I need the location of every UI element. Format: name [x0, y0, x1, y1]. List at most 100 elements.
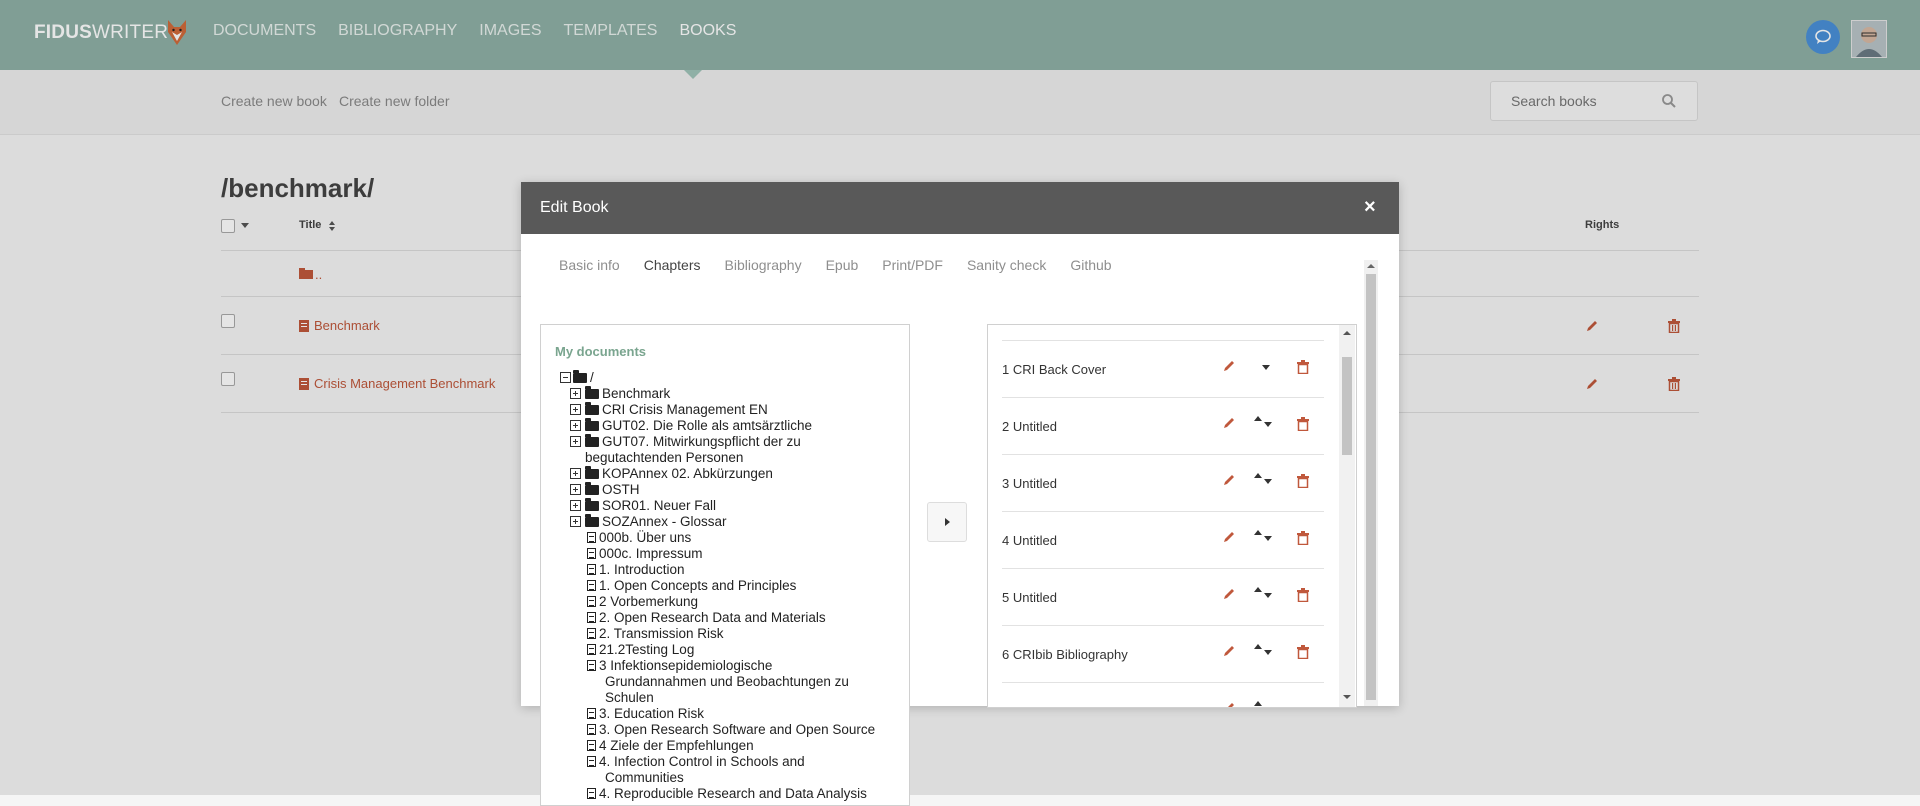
edit-chapter-pencil-icon[interactable]	[1222, 587, 1236, 601]
chapter-row: 6 CRIbib Bibliography	[1002, 625, 1324, 682]
tree-folder[interactable]: SOZAnnex - Glossar	[602, 514, 727, 530]
tree-document[interactable]: 2. Open Research Data and Materials	[599, 610, 826, 626]
tab-bibliography[interactable]: Bibliography	[725, 257, 802, 273]
tree-document[interactable]: 3. Open Research Software and Open Sourc…	[599, 722, 875, 738]
document-icon	[587, 532, 596, 543]
delete-chapter-trash-icon[interactable]	[1297, 588, 1309, 602]
chapter-title[interactable]: 5 Untitled	[1002, 590, 1057, 605]
tab-print-pdf[interactable]: Print/PDF	[882, 257, 943, 273]
dialog-scrollbar-thumb[interactable]	[1366, 274, 1376, 700]
edit-chapter-pencil-icon[interactable]	[1222, 473, 1236, 487]
tree-folder[interactable]: CRI Crisis Management EN	[602, 402, 768, 418]
tree-document[interactable]: 21.2Testing Log	[599, 642, 694, 658]
tree-document[interactable]: 2. Transmission Risk	[599, 626, 724, 642]
tree-document[interactable]: 1. Introduction	[599, 562, 685, 578]
tab-chapters[interactable]: Chapters	[644, 257, 701, 273]
chapter-row: 3 Untitled	[1002, 454, 1324, 511]
chapters-scrollbar[interactable]	[1339, 325, 1355, 707]
tree-folder-continuation: begutachtenden Personen	[585, 450, 744, 465]
tab-sanity-check[interactable]: Sanity check	[967, 257, 1046, 273]
chapter-row	[1002, 682, 1324, 708]
edit-chapter-pencil-icon[interactable]	[1222, 530, 1236, 544]
edit-chapter-pencil-icon[interactable]	[1222, 416, 1236, 430]
scroll-up-icon[interactable]	[1339, 327, 1355, 339]
caret-right-icon	[945, 518, 950, 526]
chapter-row: 1 CRI Back Cover	[1002, 340, 1324, 397]
document-icon	[587, 612, 596, 623]
move-up-icon[interactable]	[1254, 473, 1262, 479]
tree-folder[interactable]: KOPAnnex 02. Abkürzungen	[602, 466, 773, 482]
move-down-icon[interactable]	[1264, 422, 1272, 428]
chapter-title[interactable]: 2 Untitled	[1002, 419, 1057, 434]
delete-chapter-trash-icon[interactable]	[1297, 531, 1309, 545]
move-down-icon[interactable]	[1262, 365, 1270, 371]
expand-icon[interactable]	[570, 516, 581, 527]
dialog-scrollbar[interactable]	[1364, 260, 1378, 706]
move-down-icon[interactable]	[1264, 536, 1272, 542]
chapter-row: 4 Untitled	[1002, 511, 1324, 568]
dialog-header: Edit Book ×	[521, 182, 1399, 234]
delete-chapter-trash-icon[interactable]	[1297, 474, 1309, 488]
expand-icon[interactable]	[570, 468, 581, 479]
tree-document[interactable]: 3 Infektionsepidemiologische	[599, 658, 772, 674]
expand-icon[interactable]	[570, 436, 581, 447]
tab-github[interactable]: Github	[1070, 257, 1111, 273]
expand-icon[interactable]	[570, 484, 581, 495]
tree-document[interactable]: 000c. Impressum	[599, 546, 703, 562]
close-icon[interactable]: ×	[1364, 196, 1376, 219]
delete-chapter-trash-icon[interactable]	[1297, 645, 1309, 659]
chapter-title[interactable]: 3 Untitled	[1002, 476, 1057, 491]
tree-document[interactable]: 4 Ziele der Empfehlungen	[599, 738, 754, 754]
document-icon	[587, 660, 596, 671]
expand-icon[interactable]	[570, 420, 581, 431]
tree-document-continuation: Schulen	[605, 690, 654, 705]
move-up-icon[interactable]	[1254, 587, 1262, 593]
tree-document[interactable]: 2 Vorbemerkung	[599, 594, 698, 610]
tree-folder[interactable]: GUT07. Mitwirkungspflicht der zu	[602, 434, 801, 450]
move-up-icon[interactable]	[1254, 530, 1262, 536]
folder-icon	[585, 402, 599, 415]
active-nav-caret	[684, 70, 702, 79]
tree-root[interactable]: /	[590, 370, 594, 386]
delete-chapter-trash-icon[interactable]	[1297, 360, 1309, 374]
document-icon	[587, 788, 596, 799]
scroll-up-icon[interactable]	[1364, 260, 1378, 272]
tree-folder[interactable]: Benchmark	[602, 386, 670, 402]
chapter-title[interactable]: 6 CRIbib Bibliography	[1002, 647, 1128, 662]
tree-document-continuation: Communities	[605, 770, 684, 785]
tree-document[interactable]: 3. Education Risk	[599, 706, 704, 722]
book-chapters-panel: 1 CRI Back Cover 2 Untitled 3 Untitled 4…	[987, 324, 1357, 708]
expand-icon[interactable]	[570, 388, 581, 399]
document-icon	[587, 756, 596, 767]
tree-document[interactable]: 4. Reproducible Research and Data Analys…	[599, 786, 867, 802]
move-up-icon[interactable]	[1254, 644, 1262, 650]
tree-document[interactable]: 000b. Über uns	[599, 530, 691, 546]
tree-document[interactable]: 4. Infection Control in Schools and	[599, 754, 805, 770]
scroll-down-icon[interactable]	[1339, 691, 1355, 703]
chapter-title[interactable]: 1 CRI Back Cover	[1002, 362, 1106, 377]
folder-icon	[585, 514, 599, 527]
collapse-icon[interactable]	[560, 372, 571, 383]
chapters-scrollbar-thumb[interactable]	[1342, 357, 1352, 455]
edit-chapter-pencil-icon[interactable]	[1222, 701, 1236, 708]
tree-folder[interactable]: GUT02. Die Rolle als amtsärztliche	[602, 418, 812, 434]
edit-chapter-pencil-icon[interactable]	[1222, 644, 1236, 658]
tree-folder[interactable]: SOR01. Neuer Fall	[602, 498, 716, 514]
delete-chapter-trash-icon[interactable]	[1297, 417, 1309, 431]
move-down-icon[interactable]	[1264, 479, 1272, 485]
add-chapter-button[interactable]	[927, 502, 967, 542]
expand-icon[interactable]	[570, 500, 581, 511]
tree-folder[interactable]: OSTH	[602, 482, 640, 498]
tab-basic-info[interactable]: Basic info	[559, 257, 620, 273]
folder-icon	[585, 466, 599, 479]
tree-document[interactable]: 1. Open Concepts and Principles	[599, 578, 796, 594]
move-down-icon[interactable]	[1264, 650, 1272, 656]
expand-icon[interactable]	[570, 404, 581, 415]
move-up-icon[interactable]	[1254, 416, 1262, 422]
edit-chapter-pencil-icon[interactable]	[1222, 359, 1236, 373]
move-down-icon[interactable]	[1264, 593, 1272, 599]
tab-epub[interactable]: Epub	[826, 257, 859, 273]
dialog-title: Edit Book	[540, 199, 609, 216]
move-up-icon[interactable]	[1254, 701, 1262, 707]
chapter-title[interactable]: 4 Untitled	[1002, 533, 1057, 548]
